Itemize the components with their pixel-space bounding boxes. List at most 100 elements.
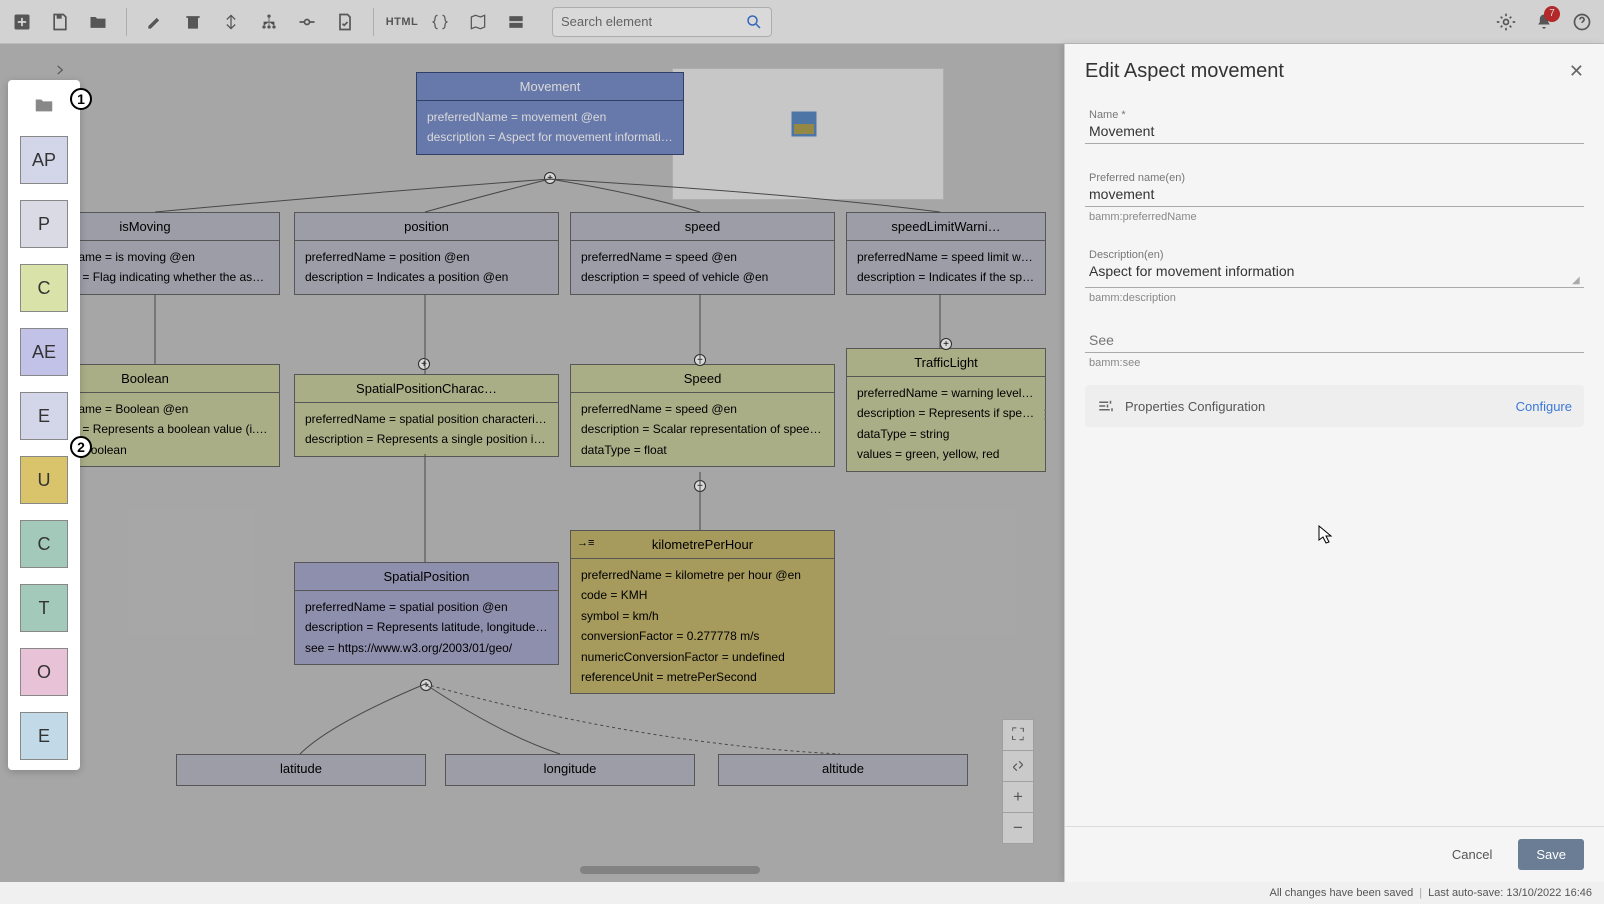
- see-input[interactable]: [1089, 330, 1580, 348]
- cancel-button[interactable]: Cancel: [1438, 839, 1506, 870]
- node-title: position: [295, 213, 558, 241]
- commit-icon[interactable]: [295, 10, 319, 34]
- node-line: see = https://www.w3.org/2003/01/geo/: [305, 638, 548, 658]
- node-position[interactable]: position preferredName = position @en de…: [294, 212, 559, 295]
- panel-resize-handle[interactable]: ⋮: [1040, 400, 1048, 430]
- node-line: preferredName = spatial position @en: [305, 597, 548, 617]
- layout-button[interactable]: [504, 10, 528, 34]
- new-button[interactable]: [10, 10, 34, 34]
- palette-property[interactable]: P: [20, 200, 68, 248]
- palette-abstract-entity[interactable]: AE: [20, 328, 68, 376]
- minimap[interactable]: [672, 68, 944, 200]
- notifications-button[interactable]: 7: [1532, 10, 1556, 34]
- palette-trait[interactable]: T: [20, 584, 68, 632]
- node-kmh[interactable]: →≡ kilometrePerHour preferredName = kilo…: [570, 530, 835, 694]
- configure-link[interactable]: Configure: [1516, 399, 1572, 414]
- map-button[interactable]: [466, 10, 490, 34]
- callout-2: 2: [70, 436, 92, 458]
- field-hint: bamm:description: [1089, 292, 1580, 304]
- field-description: Description(en) ◢: [1085, 239, 1584, 288]
- node-spatialposition[interactable]: SpatialPosition preferredName = spatial …: [294, 562, 559, 665]
- zoom-out-button[interactable]: −: [1002, 812, 1034, 844]
- palette-constraint[interactable]: C: [20, 520, 68, 568]
- add-child-icon[interactable]: +: [544, 172, 556, 184]
- node-movement[interactable]: Movement preferredName = movement @en de…: [416, 72, 684, 155]
- notif-badge: 7: [1544, 6, 1560, 22]
- collapse-icon[interactable]: [219, 10, 243, 34]
- field-label: Preferred name(en): [1089, 172, 1580, 184]
- save-button[interactable]: Save: [1518, 839, 1584, 870]
- html-button[interactable]: HTML: [390, 10, 414, 34]
- field-name: Name *: [1085, 99, 1584, 144]
- add-child-icon[interactable]: +: [420, 679, 432, 691]
- edit-button[interactable]: [143, 10, 167, 34]
- palette-aspect[interactable]: AP: [20, 136, 68, 184]
- node-line: preferredName = speed @en: [581, 247, 824, 267]
- json-button[interactable]: [428, 10, 452, 34]
- save-file-button[interactable]: [48, 10, 72, 34]
- status-bar: All changes have been saved | Last auto-…: [0, 882, 1604, 904]
- field-preferred-name: Preferred name(en): [1085, 162, 1584, 207]
- close-icon[interactable]: ✕: [1569, 61, 1584, 82]
- node-title: altitude: [719, 755, 967, 782]
- edit-panel: Edit Aspect movement ✕ Name * Preferred …: [1064, 44, 1604, 882]
- add-child-icon[interactable]: +: [940, 338, 952, 350]
- node-speedlimit[interactable]: speedLimitWarni… preferredName = speed l…: [846, 212, 1046, 295]
- delete-button[interactable]: [181, 10, 205, 34]
- node-title: SpatialPosition: [295, 563, 558, 591]
- node-line: preferredName = spatial position charact…: [305, 409, 548, 429]
- node-title: TrafficLight: [847, 349, 1045, 377]
- palette-folder-icon[interactable]: [26, 90, 62, 120]
- field-see: [1085, 320, 1584, 353]
- node-line: preferredName = kilometre per hour @en: [581, 565, 824, 585]
- help-button[interactable]: [1570, 10, 1594, 34]
- node-latitude[interactable]: latitude: [176, 754, 426, 786]
- preferred-name-input[interactable]: [1089, 184, 1580, 202]
- node-line: description = speed of vehicle @en: [581, 267, 824, 287]
- settings-button[interactable]: [1494, 10, 1518, 34]
- node-line: preferredName = speed limit warnin…: [857, 247, 1035, 267]
- node-altitude[interactable]: altitude: [718, 754, 968, 786]
- palette-operation[interactable]: O: [20, 648, 68, 696]
- element-palette: AP P C AE E U C T O E: [8, 80, 80, 770]
- node-trafficlight[interactable]: TrafficLight preferredName = warning lev…: [846, 348, 1046, 472]
- properties-config-label: Properties Configuration: [1125, 399, 1265, 414]
- field-hint: bamm:preferredName: [1089, 211, 1580, 223]
- search-icon[interactable]: [745, 13, 763, 31]
- zoom-fit-button[interactable]: ⛶: [1002, 719, 1034, 751]
- node-title: Speed: [571, 365, 834, 393]
- zoom-in-button[interactable]: +: [1002, 781, 1034, 813]
- palette-unit[interactable]: U: [20, 456, 68, 504]
- node-spatialchar[interactable]: SpatialPositionCharac… preferredName = s…: [294, 374, 559, 457]
- tree-button[interactable]: [257, 10, 281, 34]
- add-child-icon[interactable]: +: [694, 354, 706, 366]
- document-button[interactable]: [333, 10, 357, 34]
- resize-handle-icon[interactable]: ◢: [1572, 275, 1582, 285]
- node-line: description = Represents a single positi…: [305, 429, 548, 449]
- palette-entity[interactable]: E: [20, 392, 68, 440]
- node-line: description = Indicates if the speed …: [857, 267, 1035, 287]
- palette-event[interactable]: E: [20, 712, 68, 760]
- status-saved: All changes have been saved: [1270, 887, 1414, 899]
- node-speed[interactable]: speed preferredName = speed @en descript…: [570, 212, 835, 295]
- zoom-collapse-button[interactable]: [1002, 750, 1034, 782]
- node-line: code = KMH: [581, 585, 824, 605]
- folder-open-button[interactable]: [86, 10, 110, 34]
- field-label: Name *: [1089, 109, 1580, 121]
- add-child-icon[interactable]: +: [418, 358, 430, 370]
- node-speedchar[interactable]: Speed preferredName = speed @en descript…: [570, 364, 835, 467]
- node-title: speedLimitWarni…: [847, 213, 1045, 241]
- field-label: Description(en): [1089, 249, 1580, 261]
- node-longitude[interactable]: longitude: [445, 754, 695, 786]
- horizontal-scrollbar[interactable]: [580, 866, 760, 874]
- add-child-icon[interactable]: +: [694, 480, 706, 492]
- node-line: description = Represents if speed of…: [857, 403, 1035, 423]
- node-line: dataType = float: [581, 440, 824, 460]
- description-input[interactable]: [1089, 261, 1580, 279]
- name-input[interactable]: [1089, 121, 1580, 139]
- palette-characteristic[interactable]: C: [20, 264, 68, 312]
- node-title: speed: [571, 213, 834, 241]
- field-hint: bamm:see: [1089, 357, 1580, 369]
- node-title: longitude: [446, 755, 694, 782]
- search-input[interactable]: [561, 14, 745, 29]
